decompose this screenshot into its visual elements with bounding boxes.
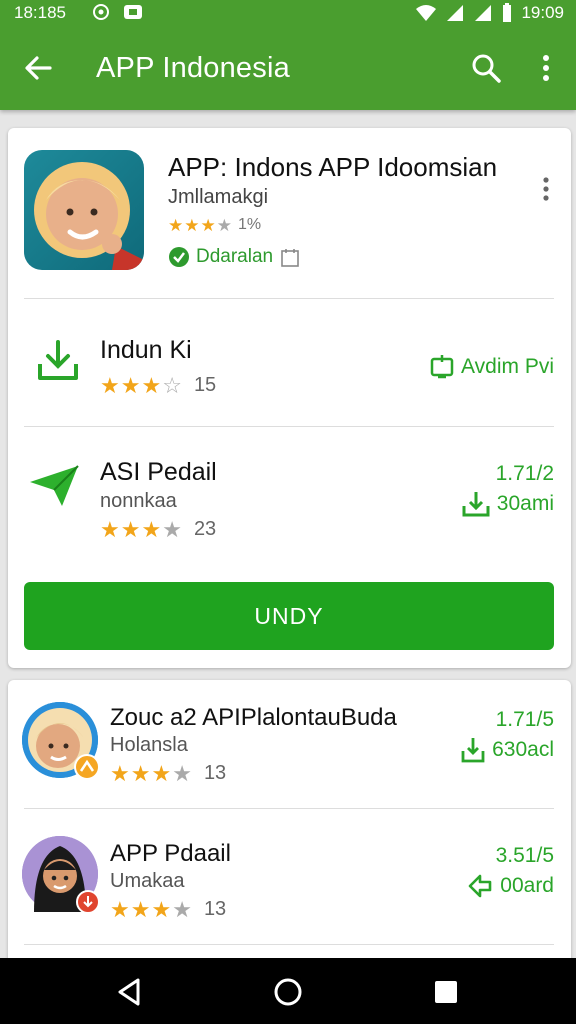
app-name[interactable]: ASI Pedail	[100, 458, 217, 487]
star-icon: ★	[172, 896, 192, 922]
app-rating: ★ ★ ★ ☆ 15	[100, 374, 216, 397]
nav-back-icon[interactable]	[114, 976, 146, 1008]
featured-app-icon[interactable]	[24, 150, 144, 270]
featured-card: APP: Indons APP Idoomsian Jmllamakgi ★ ★ ★…	[8, 128, 571, 668]
character-face-icon	[34, 162, 144, 270]
row-action[interactable]: 3.51/5 00ard	[368, 844, 554, 900]
search-icon[interactable]	[468, 50, 504, 86]
download-icon[interactable]	[36, 338, 80, 382]
app-name[interactable]: Indun Ki	[100, 336, 192, 365]
nav-recents-icon[interactable]	[430, 976, 462, 1008]
row-size: 1.71/2	[495, 462, 554, 485]
download-icon	[462, 492, 490, 517]
wifi-icon	[416, 5, 437, 21]
divider	[24, 298, 554, 299]
app-bar: 18:185 19:09 APP Indonesia	[0, 0, 576, 110]
star-icon: ★	[100, 372, 120, 398]
battery-icon	[503, 3, 512, 22]
app-developer: Holansla	[110, 734, 188, 756]
featured-title[interactable]: APP: Indons APP Idoomsian	[168, 152, 497, 183]
divider	[24, 808, 554, 809]
install-button[interactable]: UNDY	[24, 582, 554, 650]
send-icon[interactable]	[28, 464, 80, 508]
nav-home-icon[interactable]	[272, 976, 304, 1008]
badge-icon	[74, 754, 100, 780]
signal-icon-2	[475, 5, 492, 21]
rating-stars: ★ ★ ★ ☆	[100, 372, 182, 398]
star-icon: ★	[110, 760, 130, 786]
app-developer: nonnkaa	[100, 490, 177, 512]
app-name[interactable]: APP Pdaail	[110, 840, 231, 868]
star-icon: ★	[184, 215, 200, 235]
row-action-label: 00ard	[500, 874, 554, 897]
row-action-label: 630acl	[492, 738, 554, 761]
app-developer: Umakaa	[110, 870, 185, 892]
status-clock: 19:09	[521, 3, 564, 22]
rating-count: 23	[193, 518, 217, 540]
calendar-icon	[281, 249, 299, 267]
app-avatar[interactable]	[22, 836, 100, 914]
featured-rating-count: 1%	[238, 216, 262, 233]
arrow-back-icon[interactable]	[20, 50, 56, 86]
status-time: 18:185	[14, 3, 66, 22]
rating-count: 13	[203, 762, 227, 784]
star-icon: ★	[162, 516, 182, 542]
app-rating: ★ ★ ★ ★ 23	[100, 518, 216, 541]
star-icon: ★	[200, 215, 216, 235]
app-list-card: Zouc a2 APIPlalontauBuda Holansla ★ ★ ★ ★ 1…	[8, 680, 571, 970]
row-action[interactable]: Avdim Pvi	[338, 354, 554, 380]
badge-icon	[76, 890, 100, 914]
row-action[interactable]: 1.71/2 30ami	[338, 462, 554, 518]
star-icon: ☆	[162, 372, 182, 398]
rating-stars: ★ ★ ★ ★	[110, 760, 192, 786]
featured-developer: Jmllamakgi	[168, 186, 269, 208]
star-icon: ★	[151, 896, 172, 922]
signal-icon	[447, 5, 464, 21]
notification-icon	[124, 5, 142, 19]
toolbar: APP Indonesia	[0, 40, 576, 96]
navigation-bar	[0, 958, 576, 1024]
check-circle-icon	[169, 247, 189, 267]
star-icon: ★	[120, 372, 141, 398]
star-icon: ★	[151, 760, 172, 786]
featured-badge-label: Ddaralan	[196, 246, 274, 267]
star-icon: ★	[130, 896, 151, 922]
star-icon: ★	[172, 760, 192, 786]
featured-badge: Ddaralan	[168, 246, 301, 268]
star-icon: ★	[216, 215, 232, 235]
update-icon	[430, 355, 454, 379]
status-icons: 19:09	[415, 3, 564, 23]
star-icon: ★	[168, 215, 184, 235]
star-icon: ★	[110, 896, 130, 922]
card-more-icon[interactable]	[538, 176, 554, 204]
app-rating: ★ ★ ★ ★ 13	[110, 898, 226, 921]
row-action-label: Avdim Pvi	[461, 355, 554, 378]
more-vert-icon[interactable]	[532, 50, 560, 86]
app-avatar[interactable]	[22, 702, 100, 780]
featured-stars: ★ ★ ★ ★	[168, 217, 232, 234]
rating-count: 15	[193, 374, 217, 396]
divider	[24, 944, 554, 945]
share-icon	[468, 874, 492, 898]
app-rating: ★ ★ ★ ★ 13	[110, 762, 226, 785]
rating-stars: ★ ★ ★ ★	[110, 896, 192, 922]
rating-stars: ★ ★ ★ ★	[100, 516, 182, 542]
app-name[interactable]: Zouc a2 APIPlalontauBuda	[110, 704, 397, 732]
whatsapp-icon	[93, 4, 109, 20]
row-action[interactable]: 1.71/5 630acl	[368, 708, 554, 764]
star-icon: ★	[141, 372, 162, 398]
status-bar: 18:185 19:09	[0, 0, 576, 26]
rating-count: 13	[203, 898, 227, 920]
star-icon: ★	[141, 516, 162, 542]
star-icon: ★	[100, 516, 120, 542]
row-size: 1.71/5	[495, 708, 554, 731]
download-icon	[461, 738, 485, 763]
star-icon: ★	[130, 760, 151, 786]
star-icon: ★	[120, 516, 141, 542]
page-title: APP Indonesia	[96, 52, 290, 84]
row-size: 3.51/5	[495, 844, 554, 867]
row-action-label: 30ami	[496, 492, 554, 515]
featured-rating: ★ ★ ★ ★ 1%	[168, 216, 261, 234]
divider	[24, 426, 554, 427]
